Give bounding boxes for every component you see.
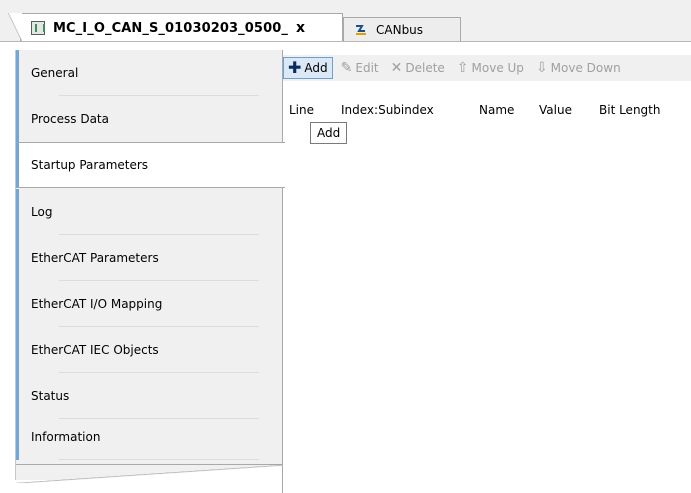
move-up-button-label: Move Up xyxy=(471,61,524,75)
delete-icon: ✕ xyxy=(390,60,403,76)
nav-item-ethercat-parameters[interactable]: EtherCAT Parameters xyxy=(16,235,283,281)
nav-item-label: EtherCAT IEC Objects xyxy=(31,343,159,357)
nav-item-process-data[interactable]: Process Data xyxy=(16,96,283,142)
edit-button-label: Edit xyxy=(355,61,379,75)
tab-canbus[interactable]: CANbus xyxy=(343,17,461,41)
tab-canbus-label: CANbus xyxy=(376,22,424,37)
tab-device[interactable]: MC_I_O_CAN_S_01030203_0500_ x xyxy=(8,13,343,42)
delete-button[interactable]: ✕ Delete xyxy=(387,57,449,79)
nav-item-startup-parameters[interactable]: Startup Parameters xyxy=(16,142,285,188)
move-down-button-label: Move Down xyxy=(550,61,621,75)
column-header-value[interactable]: Value xyxy=(533,83,593,123)
nav-item-label: EtherCAT Parameters xyxy=(31,251,159,265)
startup-params-toolbar: ✚ Add ✎ Edit ✕ Delete ⇧ Move Up ⇩ Move D… xyxy=(283,55,691,81)
arrow-down-icon: ⇩ xyxy=(535,60,548,76)
nav-item-label: Log xyxy=(31,205,53,219)
nav-item-status[interactable]: Status xyxy=(16,373,283,419)
arrow-up-icon: ⇧ xyxy=(456,60,469,76)
column-header-name[interactable]: Name xyxy=(473,83,533,123)
device-icon xyxy=(31,21,45,35)
canbus-icon xyxy=(354,23,368,37)
close-icon[interactable]: x xyxy=(296,20,305,36)
plus-icon: ✚ xyxy=(288,58,302,77)
nav-item-label: Startup Parameters xyxy=(31,158,149,172)
tab-device-label: MC_I_O_CAN_S_01030203_0500_ xyxy=(53,20,288,36)
nav-item-ethercat-io-mapping[interactable]: EtherCAT I/O Mapping xyxy=(16,281,283,327)
nav-item-label: EtherCAT I/O Mapping xyxy=(31,297,163,311)
move-down-button[interactable]: ⇩ Move Down xyxy=(532,57,625,79)
startup-parameters-grid[interactable]: Line Index:Subindex Name Value Bit Lengt… xyxy=(283,83,691,493)
column-header-bit-length[interactable]: Bit Length xyxy=(593,83,691,123)
nav-item-general[interactable]: General xyxy=(16,50,283,96)
edit-button[interactable]: ✎ Edit xyxy=(337,57,383,79)
add-button[interactable]: ✚ Add xyxy=(283,57,333,79)
edit-icon: ✎ xyxy=(340,60,353,76)
add-button-label: Add xyxy=(304,61,328,75)
column-header-index-subindex[interactable]: Index:Subindex xyxy=(335,83,473,123)
column-header-line[interactable]: Line xyxy=(283,83,335,123)
device-editor-nav: General Process Data Startup Parameters … xyxy=(15,50,285,483)
delete-button-label: Delete xyxy=(405,61,445,75)
nav-item-label: General xyxy=(31,66,79,80)
nav-item-information[interactable]: Information xyxy=(16,414,283,460)
add-tooltip: Add xyxy=(310,122,348,144)
nav-separator xyxy=(59,459,259,460)
nav-item-label: Process Data xyxy=(31,112,109,126)
move-up-button[interactable]: ⇧ Move Up xyxy=(453,57,528,79)
grid-header: Line Index:Subindex Name Value Bit Lengt… xyxy=(283,83,691,123)
tab-strip-divider xyxy=(0,41,691,42)
nav-item-label: Information xyxy=(31,430,101,444)
nav-bottom-edge xyxy=(16,464,283,485)
editor-tab-strip: MC_I_O_CAN_S_01030203_0500_ x CANbus xyxy=(0,0,691,42)
nav-item-log[interactable]: Log xyxy=(16,189,283,235)
nav-item-label: Status xyxy=(31,389,70,403)
nav-item-ethercat-iec-objects[interactable]: EtherCAT IEC Objects xyxy=(16,327,283,373)
